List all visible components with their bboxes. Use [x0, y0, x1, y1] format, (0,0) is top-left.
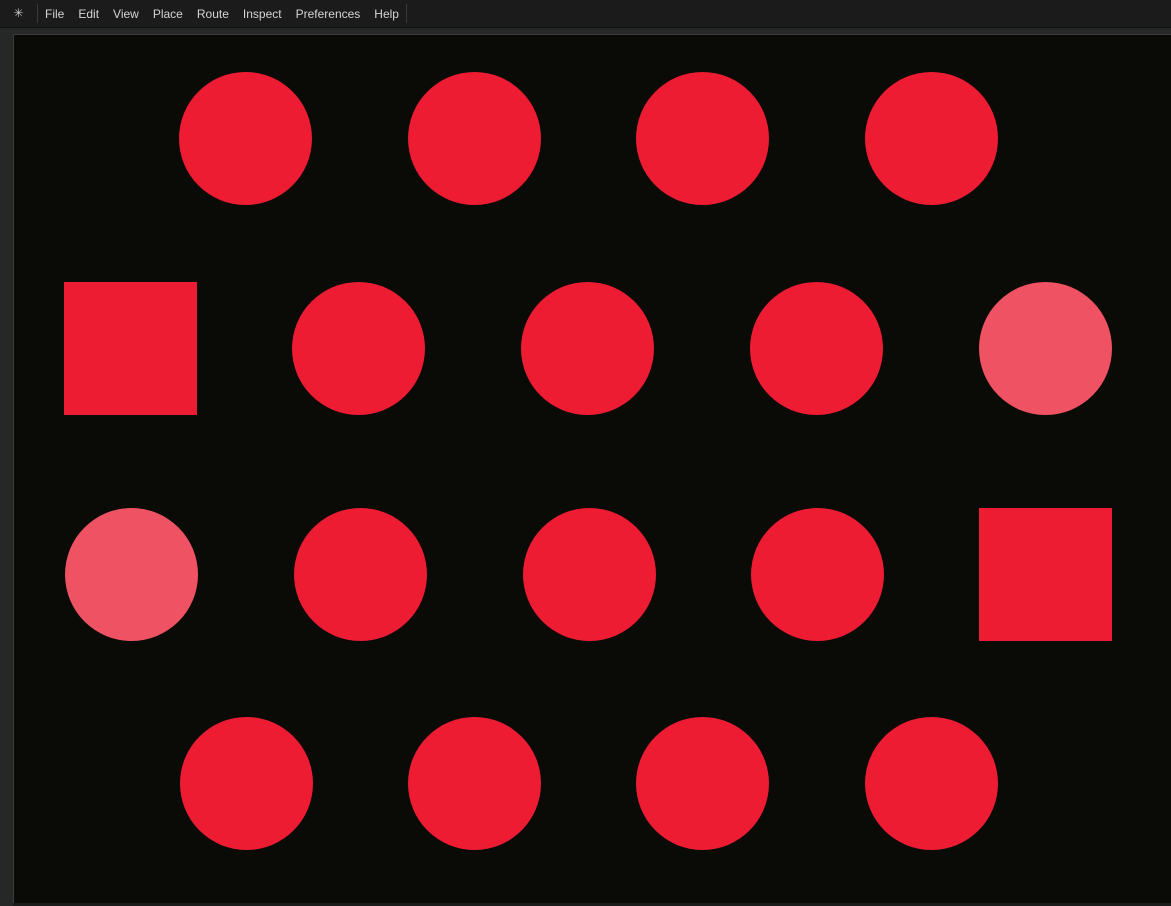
menu-bar: ✳ FileEditViewPlaceRouteInspectPreferenc…: [0, 0, 1171, 28]
pad-circle[interactable]: [751, 508, 884, 641]
pad-circle[interactable]: [180, 717, 313, 850]
pad-circle-highlighted[interactable]: [65, 508, 198, 641]
menu-item-preferences[interactable]: Preferences: [289, 0, 368, 27]
pad-square[interactable]: [979, 508, 1112, 641]
pad-circle[interactable]: [408, 72, 541, 205]
pad-circle[interactable]: [179, 72, 312, 205]
menu-item-help[interactable]: Help: [367, 0, 406, 27]
app-icon: ✳: [0, 0, 37, 27]
menu-item-place[interactable]: Place: [146, 0, 190, 27]
menu-item-inspect[interactable]: Inspect: [236, 0, 289, 27]
menu-item-view[interactable]: View: [106, 0, 146, 27]
menubar-separator: [406, 4, 407, 23]
pad-square[interactable]: [64, 282, 197, 415]
pad-circle[interactable]: [636, 72, 769, 205]
pad-circle[interactable]: [865, 72, 998, 205]
pad-circle[interactable]: [865, 717, 998, 850]
pcb-canvas[interactable]: [13, 34, 1171, 903]
pad-circle[interactable]: [636, 717, 769, 850]
pad-circle[interactable]: [523, 508, 656, 641]
pad-circle[interactable]: [750, 282, 883, 415]
menu-items: FileEditViewPlaceRouteInspectPreferences…: [38, 0, 406, 27]
menu-item-edit[interactable]: Edit: [71, 0, 106, 27]
pad-circle[interactable]: [521, 282, 654, 415]
pad-circle[interactable]: [408, 717, 541, 850]
pad-circle[interactable]: [294, 508, 427, 641]
pad-circle[interactable]: [292, 282, 425, 415]
menu-item-route[interactable]: Route: [190, 0, 236, 27]
pad-circle-highlighted[interactable]: [979, 282, 1112, 415]
menu-item-file[interactable]: File: [38, 0, 71, 27]
